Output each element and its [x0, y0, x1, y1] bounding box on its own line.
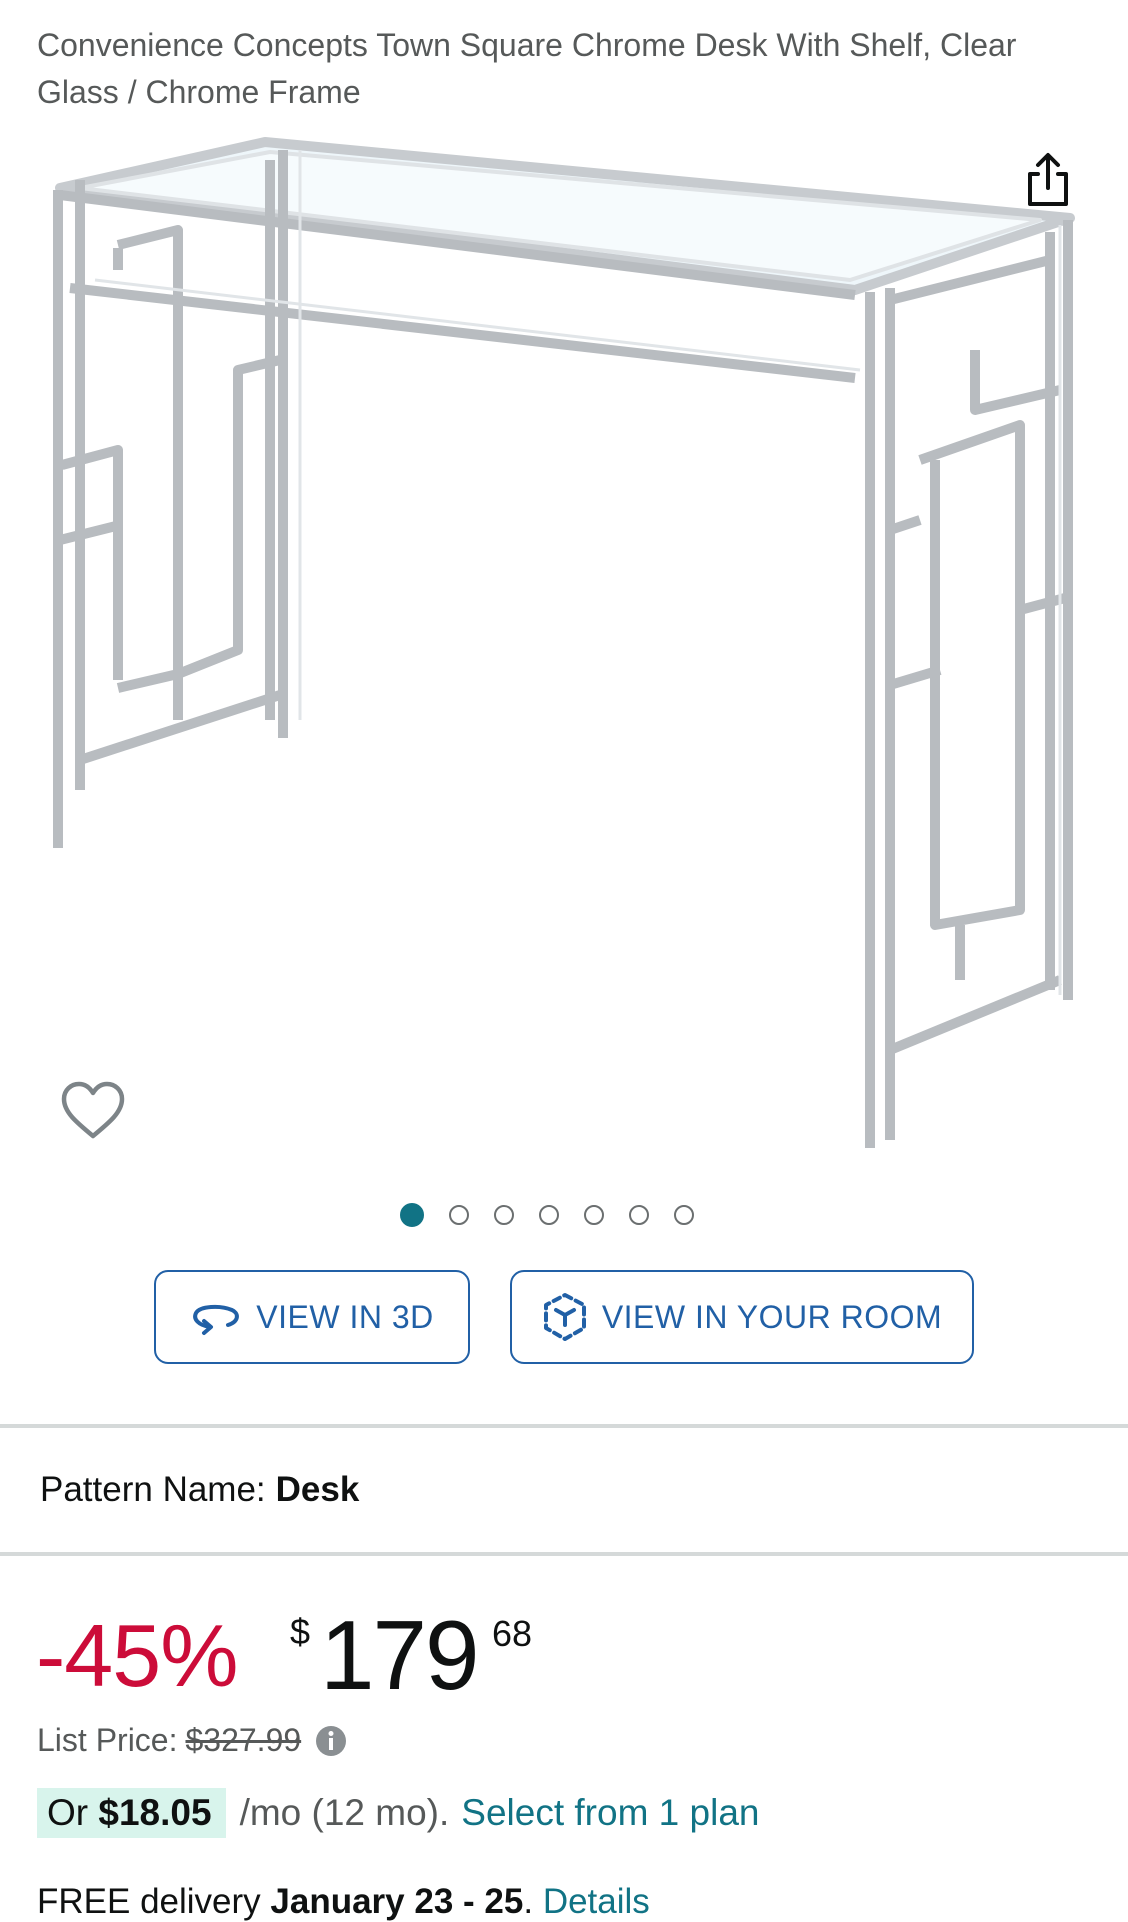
financing-highlight: Or $18.05 [37, 1788, 226, 1838]
view-in-your-room-button[interactable]: VIEW IN YOUR ROOM [510, 1270, 974, 1364]
carousel-dot[interactable] [629, 1205, 649, 1225]
image-carousel-dots[interactable] [400, 1203, 694, 1231]
financing-row: Or $18.05 /mo (12 mo). Select from 1 pla… [37, 1788, 760, 1838]
list-price-value: $327.99 [185, 1722, 302, 1758]
carousel-dot[interactable] [449, 1205, 469, 1225]
financing-term: /mo (12 mo). [239, 1792, 450, 1833]
pattern-name-label: Pattern Name: [40, 1470, 266, 1509]
discount-percentage: -45% [36, 1606, 238, 1705]
delivery-separator: . [523, 1882, 534, 1921]
product-title: Convenience Concepts Town Square Chrome … [37, 27, 1017, 110]
rotate-3d-icon [193, 1304, 240, 1335]
financing-prefix: Or [47, 1792, 89, 1833]
view-in-3d-label: VIEW IN 3D [256, 1298, 434, 1335]
heart-icon[interactable] [58, 1080, 128, 1144]
carousel-dot[interactable] [674, 1205, 694, 1225]
delivery-dates: January 23 - 25 [270, 1882, 524, 1921]
carousel-dot[interactable] [494, 1205, 514, 1225]
share-icon[interactable] [1016, 148, 1080, 212]
ar-cube-icon [543, 1293, 586, 1341]
carousel-dot[interactable] [539, 1205, 559, 1225]
view-in-3d-button[interactable]: VIEW IN 3D [154, 1270, 470, 1364]
divider [0, 1552, 1128, 1556]
financing-amount: $18.05 [98, 1792, 212, 1833]
carousel-dot[interactable] [584, 1205, 604, 1225]
delivery-details-link[interactable]: Details [543, 1882, 650, 1921]
info-icon[interactable] [315, 1725, 347, 1757]
product-image[interactable] [0, 120, 1128, 1170]
delivery-row: FREE delivery January 23 - 25. Details [37, 1882, 650, 1922]
pattern-name-value: Desk [275, 1470, 360, 1509]
carousel-dot[interactable] [400, 1203, 424, 1227]
list-price-label: List Price: [37, 1722, 178, 1758]
delivery-label: FREE delivery [37, 1882, 261, 1921]
price-whole: 179 [320, 1600, 480, 1710]
price-fraction: 68 [492, 1613, 533, 1654]
price-currency: $ [290, 1611, 311, 1652]
pattern-name-row[interactable]: Pattern Name: Desk [40, 1470, 359, 1510]
select-plan-link[interactable]: Select from 1 plan [461, 1792, 759, 1834]
view-in-your-room-label: VIEW IN YOUR ROOM [601, 1298, 943, 1335]
list-price-row: List Price: $327.99 [37, 1722, 347, 1759]
divider [0, 1424, 1128, 1428]
